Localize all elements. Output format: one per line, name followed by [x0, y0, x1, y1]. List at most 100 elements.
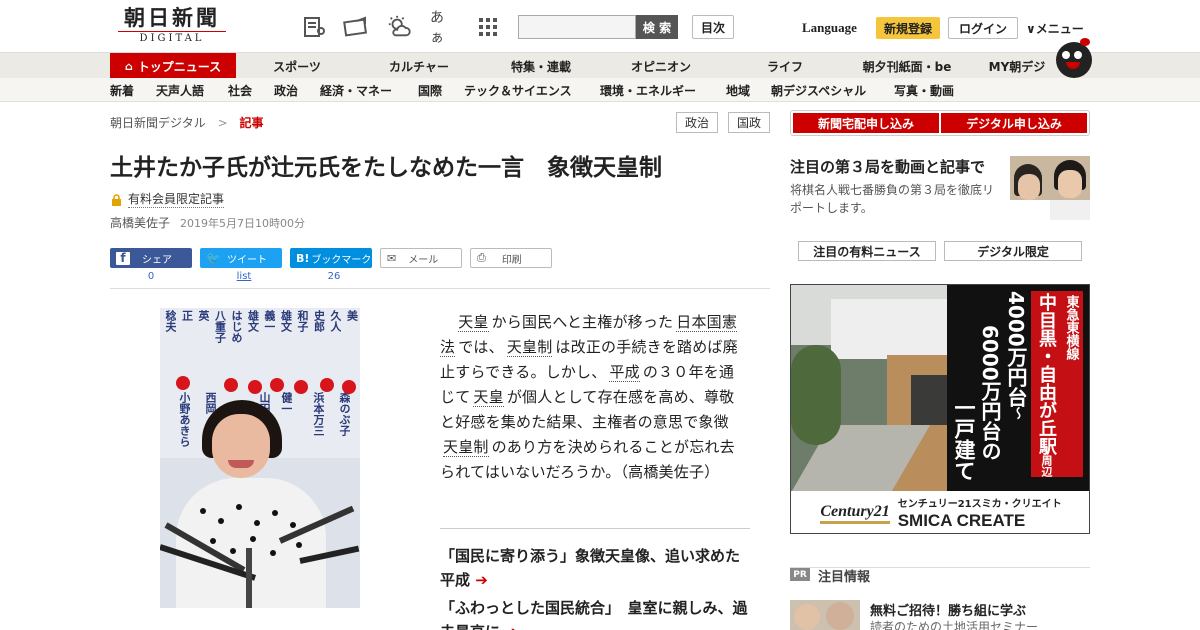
hatena-bookmark-button[interactable]: B! ブックマーク [290, 248, 372, 268]
site-logo[interactable]: 朝日新聞 DIGITAL [112, 6, 232, 48]
contents-button[interactable]: 目次 [692, 15, 734, 39]
feature-thumbnail[interactable] [1010, 156, 1090, 220]
ad-near: 周辺 [1040, 455, 1053, 477]
related-link-1[interactable]: 「国民に寄り添う」象徴天皇像、追い求めた平成 ➔ [440, 544, 750, 592]
ad-line-name: 東急東横線 [1059, 291, 1083, 477]
pr-badge: PR [790, 568, 810, 581]
language-link[interactable]: Language [802, 20, 857, 36]
ad-line-label: 東急東横線 [1063, 295, 1079, 360]
hatena-icon: B! [296, 251, 310, 265]
divider [110, 288, 770, 289]
subscribe-digital-button[interactable]: デジタル申し込み [941, 113, 1087, 133]
nav-opinion[interactable]: オピニオン [620, 53, 702, 79]
keyword-link[interactable]: 天皇制 [443, 438, 489, 457]
subnav-photo[interactable]: 写真・動画 [894, 78, 954, 102]
font-size-icon[interactable]: あぁ [430, 10, 456, 46]
menu-button[interactable]: ∨メニュー [1026, 20, 1084, 37]
breadcrumb-home[interactable]: 朝日新聞デジタル [110, 116, 206, 130]
ad-brand-bar: Century21 センチュリー21スミカ・クリエイト SMICA CREATE [791, 491, 1089, 533]
publish-date: 2019年5月7日10時00分 [180, 217, 306, 230]
ballot-name: はじめ [230, 310, 242, 343]
ballot-name: 浜本万三 [312, 392, 324, 436]
twitter-share-label: ツイート [226, 254, 267, 266]
paid-member-label[interactable]: 有料会員限定記事 [128, 190, 225, 208]
subnav-new[interactable]: 新着 [110, 78, 134, 102]
print-label: 印刷 [501, 254, 522, 266]
ballot-name: 雄文 [279, 310, 292, 332]
twitter-share-button[interactable]: 🐦 ツイート [200, 248, 282, 268]
register-button[interactable]: 新規登録 [876, 17, 940, 39]
pr-title[interactable]: 無料ご招待！勝ち組に学ぶ [870, 600, 1026, 619]
subnav-economy[interactable]: 経済・マネー [320, 78, 392, 102]
mail-share-button[interactable]: ✉ メール [380, 248, 462, 268]
ballot-name: 雄文 [246, 310, 259, 332]
search-button[interactable]: 検 索 [636, 15, 678, 39]
logo-en: DIGITAL [118, 31, 226, 45]
pr-description: 読者のための土地活用セミナー [870, 620, 1039, 630]
subnav-special[interactable]: 朝デジスペシャル [771, 78, 866, 102]
weather-icon[interactable] [386, 14, 412, 40]
subscribe-paper-button[interactable]: 新聞宅配申し込み [793, 113, 939, 133]
twitter-icon: 🐦 [206, 251, 221, 265]
author-name[interactable]: 高橋美佐子 [110, 216, 170, 230]
ballot-name: 史郎 [312, 310, 325, 332]
subnav-region[interactable]: 地域 [726, 78, 750, 102]
feature-description: 将棋名人戦七番勝負の第３局を徹底リポートします。 [790, 183, 995, 215]
lock-icon [111, 192, 122, 211]
hatena-count: 26 [327, 271, 341, 282]
breadcrumb-current: 記事 [239, 116, 264, 130]
login-button[interactable]: ログイン [948, 17, 1018, 39]
pr-thumbnail[interactable] [790, 600, 860, 630]
body-text: では、 [458, 338, 504, 356]
ad-brand-en: SMICA CREATE [897, 511, 1026, 530]
nav-life[interactable]: ライフ [752, 53, 818, 79]
subnav-society[interactable]: 社会 [228, 78, 252, 102]
body-text [440, 313, 455, 331]
facebook-share-label: シェア [142, 254, 172, 266]
subnav-tech[interactable]: テック＆サイエンス [464, 78, 572, 102]
tab-digital-only[interactable]: デジタル限定 [944, 241, 1082, 261]
facebook-share-button[interactable]: f シェア [110, 248, 192, 268]
twitter-share-count[interactable]: list [200, 271, 288, 282]
print-button[interactable]: ⎙ 印刷 [470, 248, 552, 268]
advertisement-banner[interactable]: 東急東横線 中目黒・自由が丘駅周辺 4000万円台〜 6000万円台の 一戸建て… [790, 284, 1090, 534]
ticket-icon[interactable] [343, 14, 369, 40]
nav-features[interactable]: 特集・連載 [500, 53, 582, 79]
tab-paid-news[interactable]: 注目の有料ニュース [798, 241, 936, 261]
ad-price-1-text: 4000万円台 [1004, 291, 1028, 407]
mascot-icon[interactable] [1056, 38, 1092, 78]
mail-icon: ✉ [387, 251, 397, 265]
ad-house-type: 一戸建て [952, 397, 976, 481]
nav-sports[interactable]: スポーツ [258, 53, 336, 79]
feature-title[interactable]: 注目の第３局を動画と記事で [790, 156, 985, 177]
print-icon: ⎙ [477, 251, 486, 264]
article-photo[interactable]: 稔夫正英八重子 はじめ 雄文 義一 雄文 和子 史郎 久人美小野あきら 西岡 山田 健一 浜本万三 森の… [160, 308, 360, 608]
main-nav: ⌂ トップニュース スポーツ カルチャー 特集・連載 オピニオン ライフ 朝夕刊… [0, 52, 1200, 79]
newspaper-icon[interactable] [301, 14, 327, 40]
tag-national[interactable]: 国政 [728, 112, 770, 133]
keyword-link[interactable]: 天皇 [473, 388, 504, 407]
subnav-politics[interactable]: 政治 [274, 78, 298, 102]
tag-politics[interactable]: 政治 [676, 112, 718, 133]
related-link-2[interactable]: 「ふわっとした国民統合」 皇室に親しみ、過去最高に ➔ [440, 596, 750, 630]
body-text: から国民へと主権が移った [491, 313, 674, 331]
arrow-right-icon: ➔ [475, 571, 488, 589]
breadcrumb: 朝日新聞デジタル > 記事 [110, 114, 264, 131]
article-title: 土井たか子氏が辻元氏をたしなめた一言 象徴天皇制 [110, 155, 662, 181]
grid-menu-icon[interactable] [475, 14, 501, 40]
keyword-link[interactable]: 天皇制 [506, 338, 553, 357]
subnav-tensei[interactable]: 天声人語 [156, 78, 204, 102]
subnav-environment[interactable]: 環境・エネルギー [600, 78, 696, 102]
ballot-name: 小野あきら [178, 392, 190, 447]
nav-top-news[interactable]: ⌂ トップニュース [110, 53, 236, 79]
article-body: 天皇 から国民へと主権が移った 日本国憲法 では、 天皇制 は改正の手続きを踏めば廃止すら… [440, 310, 746, 485]
nav-paper[interactable]: 朝夕刊紙面・be [852, 53, 962, 79]
search-input[interactable] [518, 15, 636, 39]
ballot-name: 森のぶ子 [338, 392, 350, 436]
home-icon: ⌂ [124, 59, 133, 73]
keyword-link[interactable]: 平成 [609, 363, 640, 382]
keyword-link[interactable]: 天皇 [458, 313, 489, 332]
subnav-international[interactable]: 国際 [418, 78, 442, 102]
nav-culture[interactable]: カルチャー [376, 53, 462, 79]
nav-my[interactable]: MY朝デジ [980, 53, 1054, 79]
